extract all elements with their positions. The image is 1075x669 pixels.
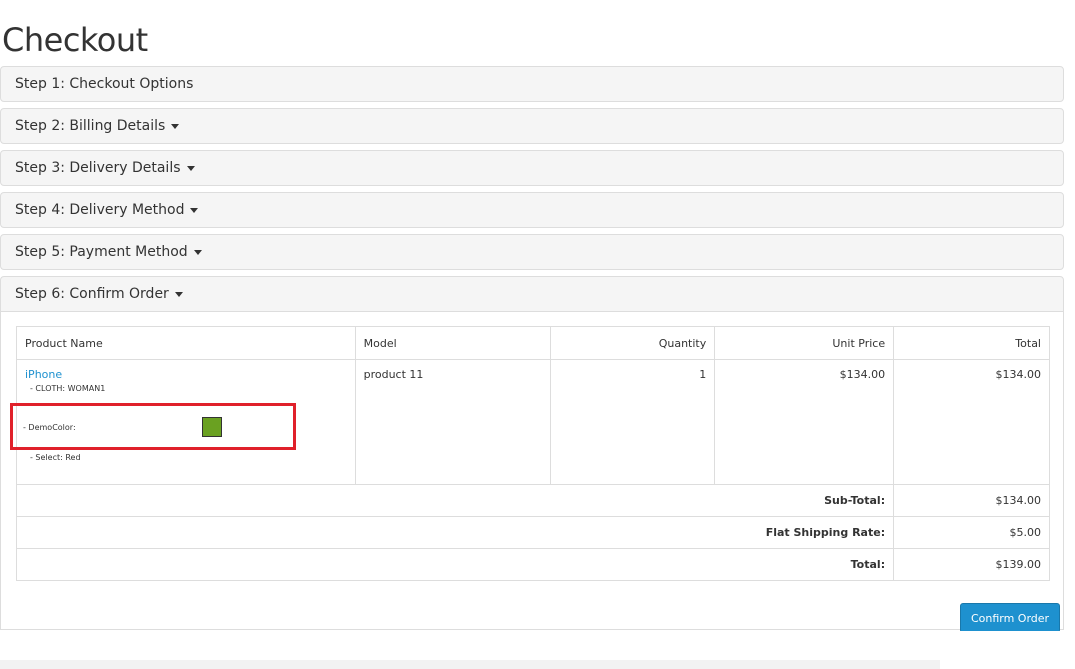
- confirm-order-button[interactable]: Confirm Order: [960, 603, 1060, 633]
- caret-down-icon: [174, 291, 183, 297]
- column-header: Model: [354, 326, 552, 360]
- column-header: Total: [893, 326, 1050, 360]
- step-panel-3: Step 3: Delivery Details: [0, 150, 1064, 186]
- bottom-strip: [0, 660, 940, 669]
- step-label: Step 2: Billing Details: [15, 118, 166, 134]
- step-label: Step 1: Checkout Options: [15, 76, 194, 92]
- grand-total-label: Total:: [15, 548, 895, 581]
- subtotal-label: Sub-Total:: [15, 484, 895, 517]
- step-heading-3[interactable]: Step 3: Delivery Details: [0, 150, 1064, 186]
- grand-total-value: $139.00: [893, 548, 1050, 581]
- step-label: Step 5: Payment Method: [15, 244, 188, 260]
- step-heading-1[interactable]: Step 1: Checkout Options: [0, 66, 1064, 102]
- shipping-row: Flat Shipping Rate: $5.00: [15, 516, 1050, 549]
- caret-down-icon: [186, 165, 195, 171]
- subtotal-value: $134.00: [893, 484, 1050, 517]
- quantity-cell: 1: [550, 359, 716, 485]
- shipping-value: $5.00: [893, 516, 1050, 549]
- step-heading-6[interactable]: Step 6: Confirm Order: [0, 276, 1064, 312]
- option-cloth: - CLOTH: WOMAN1: [30, 384, 106, 393]
- column-header: Quantity: [550, 326, 716, 360]
- caret-down-icon: [193, 249, 202, 255]
- step-heading-5[interactable]: Step 5: Payment Method: [0, 234, 1064, 270]
- step-panel-1: Step 1: Checkout Options: [0, 66, 1064, 102]
- step-panel-6: Step 6: Confirm Order Product Name Model…: [0, 276, 1064, 630]
- order-table: Product Name Model Quantity Unit Price T…: [15, 326, 1050, 581]
- step-heading-4[interactable]: Step 4: Delivery Method: [0, 192, 1064, 228]
- page-title: Checkout: [2, 21, 148, 59]
- step-label: Step 4: Delivery Method: [15, 202, 185, 218]
- confirm-order-body: Product Name Model Quantity Unit Price T…: [0, 312, 1064, 630]
- table-header-row: Product Name Model Quantity Unit Price T…: [16, 326, 1050, 360]
- caret-down-icon: [171, 123, 180, 129]
- step-panel-5: Step 5: Payment Method: [0, 234, 1064, 270]
- step-heading-2[interactable]: Step 2: Billing Details: [0, 108, 1064, 144]
- step-panel-2: Step 2: Billing Details: [0, 108, 1064, 144]
- subtotal-row: Sub-Total: $134.00: [15, 484, 1050, 517]
- unit-price-cell: $134.00: [714, 359, 895, 485]
- option-select: - Select: Red: [30, 453, 81, 462]
- checkout-accordion: Step 1: Checkout Options Step 2: Billing…: [0, 66, 1064, 630]
- product-link[interactable]: iPhone: [25, 368, 62, 381]
- step-label: Step 6: Confirm Order: [15, 286, 169, 302]
- shipping-label: Flat Shipping Rate:: [15, 516, 895, 549]
- model-cell: product 11: [354, 359, 552, 485]
- total-cell: $134.00: [893, 359, 1050, 485]
- column-header: Product Name: [16, 326, 356, 360]
- step-panel-4: Step 4: Delivery Method: [0, 192, 1064, 228]
- grand-total-row: Total: $139.00: [15, 548, 1050, 581]
- annotation-highlight-box: [10, 403, 296, 450]
- step-label: Step 3: Delivery Details: [15, 160, 181, 176]
- column-header: Unit Price: [714, 326, 895, 360]
- caret-down-icon: [190, 207, 199, 213]
